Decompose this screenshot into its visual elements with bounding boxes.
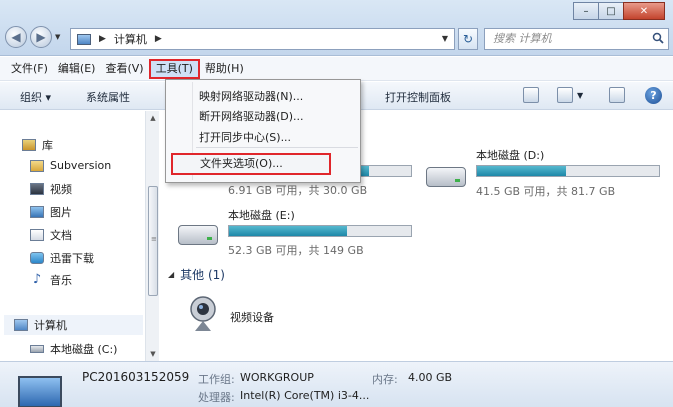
video-device-label[interactable]: 视频设备 [230, 309, 274, 325]
drive-e-usage-bar [228, 225, 412, 237]
sidebar-item-label: 音乐 [50, 274, 72, 287]
sidebar-item-label: 图片 [50, 206, 72, 219]
sidebar-item-local-disk-c[interactable]: 本地磁盘 (C:) [30, 341, 117, 357]
scroll-thumb[interactable]: ≡ [148, 186, 158, 296]
group-header-label: 其他 (1) [180, 268, 225, 282]
menu-divider [196, 147, 358, 148]
help-icon[interactable]: ? [645, 87, 662, 104]
pictures-icon [30, 206, 44, 218]
thunder-download-icon [30, 252, 44, 264]
computer-icon [77, 33, 91, 45]
processor-label: 处理器: [198, 391, 235, 404]
sidebar-item-label: 本地磁盘 (C:) [50, 343, 118, 356]
menu-file[interactable]: 文件(F) [6, 59, 53, 79]
folder-icon [30, 159, 44, 172]
hard-drive-icon [426, 167, 466, 187]
drive-c-space-info: 6.91 GB 可用，共 30.0 GB [228, 184, 368, 197]
breadcrumb-separator-icon[interactable]: ▶ [99, 34, 106, 44]
menu-edit[interactable]: 编辑(E) [53, 59, 101, 79]
menu-item-disconnect-network-drive[interactable]: 断开网络驱动器(D)... [199, 108, 304, 124]
address-dropdown-icon[interactable]: ▼ [442, 34, 448, 43]
drive-e-name: 本地磁盘 (E:) [228, 209, 295, 222]
back-button[interactable]: ◀ [5, 26, 27, 48]
breadcrumb-separator-icon[interactable]: ▶ [155, 34, 162, 44]
usage-fill [477, 166, 567, 176]
preview-pane-icon[interactable] [609, 87, 625, 103]
search-input[interactable]: 搜索 计算机 [484, 28, 669, 50]
computer-icon [14, 319, 28, 331]
forward-button[interactable]: ▶ [30, 26, 52, 48]
memory-label: 内存: [372, 373, 398, 386]
menu-item-open-sync-center[interactable]: 打开同步中心(S)... [199, 129, 291, 145]
view-options-icon[interactable] [557, 87, 573, 103]
change-view-icon[interactable] [523, 87, 539, 103]
sidebar-item-label: 计算机 [34, 319, 67, 332]
scroll-grip-icon: ≡ [151, 235, 157, 243]
sidebar-item-label: 库 [42, 139, 53, 152]
tools-menu: 映射网络驱动器(N)... 断开网络驱动器(D)... 打开同步中心(S)...… [165, 79, 361, 183]
workgroup-value: WORKGROUP [240, 371, 314, 384]
menu-bar: 文件(F) 编辑(E) 查看(V) 工具(T) 帮助(H) [0, 57, 673, 81]
drive-d-space-info: 41.5 GB 可用，共 81.7 GB [476, 185, 616, 198]
menu-item-map-network-drive[interactable]: 映射网络驱动器(N)... [199, 88, 303, 104]
drive-d-usage-bar [476, 165, 660, 177]
drive-e-tile[interactable]: 本地磁盘 (E:) 52.3 GB 可用，共 149 GB [170, 205, 420, 260]
refresh-button[interactable]: ↻ [458, 28, 478, 50]
video-icon [30, 183, 44, 195]
search-icon[interactable] [652, 32, 664, 44]
drive-d-name: 本地磁盘 (D:) [476, 149, 545, 162]
sidebar-item-documents[interactable]: 文档 [30, 227, 72, 243]
drive-d-tile[interactable]: 本地磁盘 (D:) 41.5 GB 可用，共 81.7 GB [420, 145, 670, 205]
processor-value: Intel(R) Core(TM) i3-4... [240, 389, 370, 402]
details-pane: PC201603152059 工作组: WORKGROUP 内存: 4.00 G… [0, 361, 673, 407]
menu-item-folder-options[interactable]: 文件夹选项(O)... [171, 153, 331, 175]
close-button[interactable]: ✕ [623, 2, 665, 20]
address-bar[interactable]: ▶ 计算机 ▶ ▼ [70, 28, 455, 50]
scroll-down-icon[interactable]: ▼ [146, 347, 160, 361]
drive-e-space-info: 52.3 GB 可用，共 149 GB [228, 244, 364, 257]
music-icon: ♪ [32, 272, 42, 287]
webcam-icon[interactable] [188, 295, 218, 333]
minimize-button[interactable]: – [573, 2, 599, 20]
sidebar-item-videos[interactable]: 视频 [30, 181, 72, 197]
sidebar-item-label: 文档 [50, 229, 72, 242]
workgroup-label: 工作组: [198, 373, 235, 386]
hard-drive-icon [178, 225, 218, 245]
scroll-up-icon[interactable]: ▲ [146, 111, 160, 125]
menu-tools[interactable]: 工具(T) [148, 58, 200, 79]
usage-fill [229, 226, 348, 236]
sidebar-item-subversion[interactable]: Subversion [30, 159, 111, 172]
library-icon [22, 139, 36, 151]
sidebar-item-library[interactable]: 库 [22, 137, 53, 153]
sidebar-item-computer[interactable]: 计算机 [4, 315, 143, 335]
memory-value: 4.00 GB [408, 371, 453, 384]
sidebar-item-label: Subversion [50, 159, 112, 172]
menu-help[interactable]: 帮助(H) [200, 59, 249, 79]
computer-icon [18, 376, 62, 407]
navigation-pane: 库 Subversion 视频 图片 文档 迅雷下载 ♪ 音乐 计算机 本地磁盘… [0, 111, 145, 361]
system-properties-button[interactable]: 系统属性 [86, 89, 130, 105]
navigation-scrollbar[interactable]: ▲ ≡ ▼ [145, 111, 159, 361]
search-placeholder: 搜索 计算机 [493, 32, 552, 45]
sidebar-item-pictures[interactable]: 图片 [30, 204, 72, 220]
collapse-arrow-icon[interactable]: ◢ [168, 270, 174, 279]
menu-view[interactable]: 查看(V) [100, 59, 148, 79]
group-header-other[interactable]: ◢ 其他 (1) [168, 266, 225, 283]
title-bar: – □ ✕ ◀ ▶ ▼ ▶ 计算机 ▶ ▼ ↻ 搜索 计算机 [0, 0, 673, 56]
sidebar-item-label: 迅雷下载 [50, 252, 94, 265]
drive-icon [30, 345, 44, 353]
sidebar-item-thunder-downloads[interactable]: 迅雷下载 [30, 250, 94, 266]
window-controls: – □ ✕ [573, 2, 665, 20]
sidebar-item-music[interactable]: ♪ 音乐 [30, 272, 72, 288]
computer-name: PC201603152059 [82, 370, 190, 384]
open-control-panel-button[interactable]: 打开控制面板 [385, 89, 451, 105]
documents-icon [30, 229, 44, 241]
breadcrumb-computer[interactable]: 计算机 [114, 31, 147, 47]
maximize-button[interactable]: □ [598, 2, 624, 20]
view-dropdown-icon[interactable]: ▼ [577, 91, 583, 100]
sidebar-item-label: 视频 [50, 183, 72, 196]
organize-button[interactable]: 组织 ▾ [20, 89, 51, 105]
recent-pages-dropdown[interactable]: ▼ [55, 33, 60, 41]
